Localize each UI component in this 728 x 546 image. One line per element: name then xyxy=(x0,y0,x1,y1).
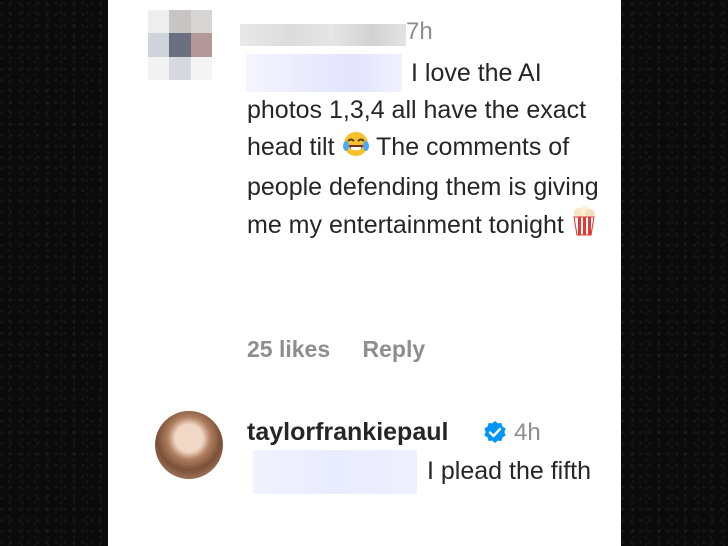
reply-text-content: I plead the fifth xyxy=(427,457,592,485)
comment-timestamp: 7h xyxy=(406,18,433,45)
reply-text: I plead the fifth xyxy=(247,452,607,490)
avatar[interactable] xyxy=(155,411,223,479)
comments-panel: 7h I love the AI photos 1,3,4 all have t… xyxy=(108,0,621,546)
reply-username[interactable]: taylorfrankiepaul xyxy=(247,418,448,447)
blurred-avatar xyxy=(148,10,212,80)
blurred-username xyxy=(240,24,406,46)
laughing-crying-emoji-icon xyxy=(342,130,370,169)
comment-meta: 25 likes Reply xyxy=(247,336,425,363)
comment-text: I love the AI photos 1,3,4 all have the … xyxy=(247,55,607,247)
popcorn-emoji-icon xyxy=(571,206,597,247)
likes-count[interactable]: 25 likes xyxy=(247,336,330,362)
reply-button[interactable]: Reply xyxy=(363,336,426,362)
verified-badge-icon xyxy=(483,420,507,444)
reply-timestamp: 4h xyxy=(514,419,541,446)
